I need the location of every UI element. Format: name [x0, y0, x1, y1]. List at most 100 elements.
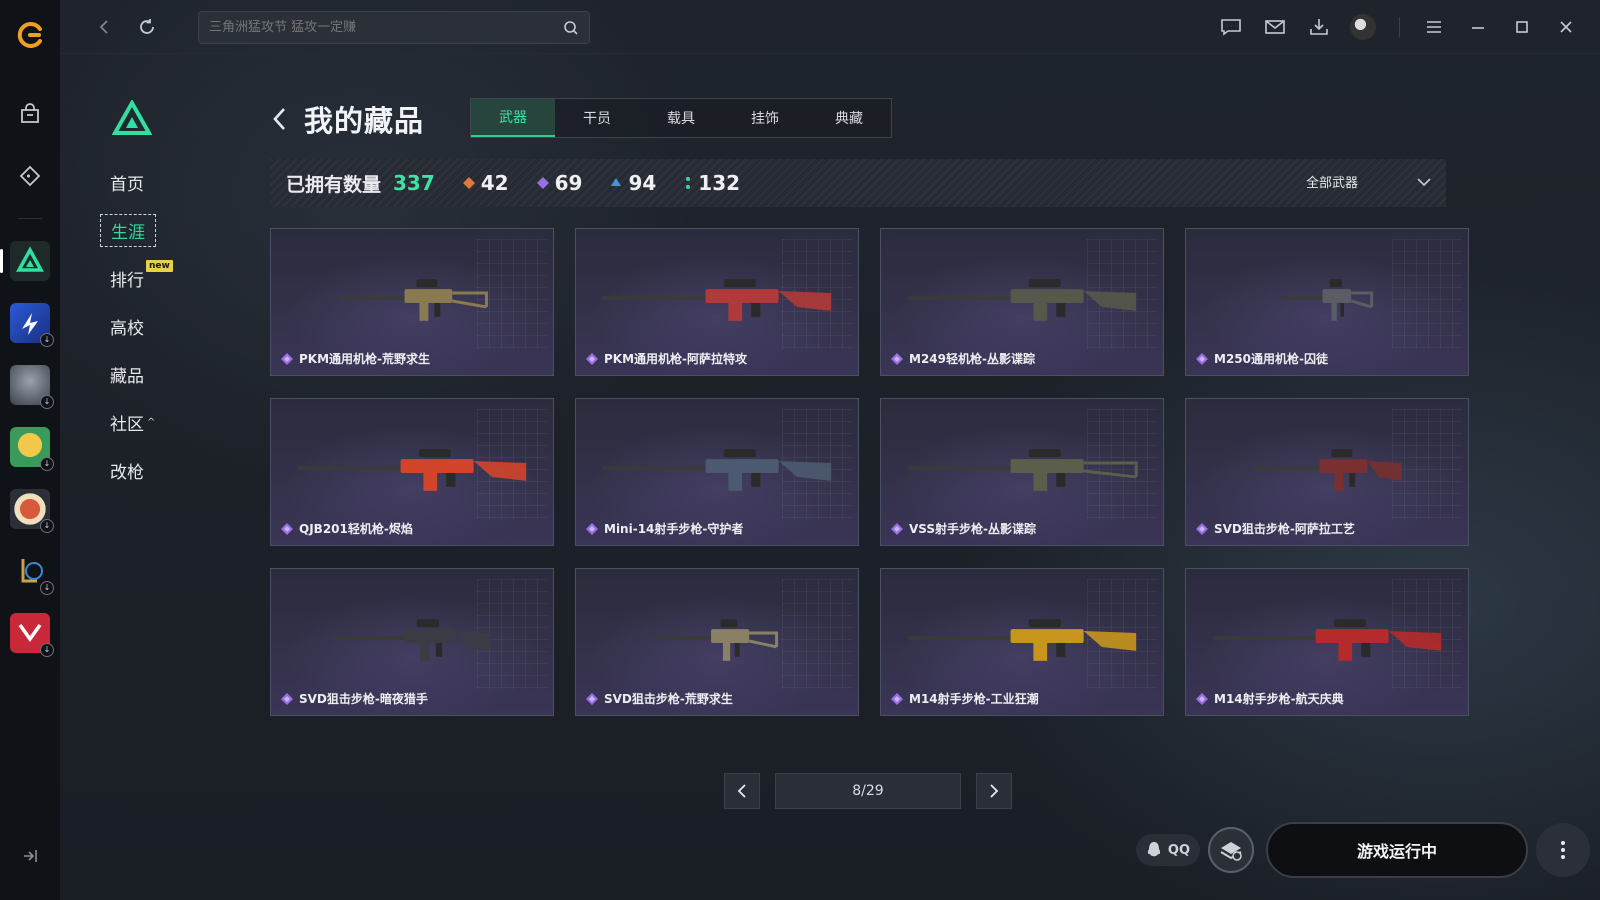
weapon-image [1212, 619, 1442, 661]
app-rail: ↓ ↓ ↓ ↓ ↓ ↓ [0, 0, 60, 900]
item-caption: Mini-14射手步枪-守护者 [586, 520, 743, 537]
tab-charms[interactable]: 挂饰 [723, 99, 807, 137]
search-box [198, 11, 590, 44]
collection-item-card[interactable]: VSS射手步枪-丛影谍踪 [880, 398, 1164, 546]
diamond-icon [611, 178, 622, 186]
collection-item-card[interactable]: SVD狙击步枪-暗夜猎手 [270, 568, 554, 716]
qq-penguin-icon [1147, 842, 1160, 857]
chat-icon[interactable] [1217, 13, 1245, 41]
app-logo-icon[interactable] [15, 20, 45, 50]
diamond-icon [536, 177, 549, 189]
tier-count-value: 69 [554, 171, 583, 195]
game-icon-2[interactable]: ↓ [10, 303, 54, 347]
more-options-icon[interactable] [1536, 823, 1590, 877]
minimize-icon[interactable] [1464, 13, 1492, 41]
item-name: M249轻机枪-丛影谍踪 [909, 352, 1035, 366]
collection-item-card[interactable]: Mini-14射手步枪-守护者 [575, 398, 859, 546]
nav-item-gunsmith[interactable]: 改枪 [110, 446, 190, 494]
nav-item-university[interactable]: 高校 [110, 302, 190, 350]
game-icon-5[interactable]: ↓ [10, 489, 54, 533]
item-caption: M14射手步枪-工业狂潮 [891, 690, 1039, 707]
diamond-icon [1196, 522, 1208, 535]
collection-item-card[interactable]: PKM通用机枪-荒野求生 [270, 228, 554, 376]
maximize-icon[interactable] [1508, 13, 1536, 41]
game-running-button[interactable]: 游戏运行中 [1266, 822, 1528, 878]
weapon-image [337, 279, 488, 321]
weapon-image [907, 449, 1138, 491]
next-page-button[interactable] [976, 773, 1012, 809]
diamond-icon [281, 692, 293, 705]
user-avatar[interactable] [1349, 13, 1377, 41]
owned-label: 已拥有数量 [286, 173, 382, 196]
weapon-filter-dropdown[interactable]: 全部武器 [1306, 172, 1432, 191]
close-icon[interactable] [1552, 13, 1580, 41]
nav-item-ranking[interactable]: 排行 new [110, 254, 190, 302]
game-delta-force[interactable] [0, 241, 50, 281]
owned-total: 337 [393, 171, 435, 195]
back-button[interactable] [270, 102, 296, 136]
store-icon[interactable] [10, 94, 50, 134]
download-icon: ↓ [40, 519, 54, 533]
collection-item-card[interactable]: SVD狙击步枪-阿萨拉工艺 [1185, 398, 1469, 546]
tab-weapons[interactable]: 武器 [471, 99, 555, 137]
refresh-button[interactable] [135, 15, 159, 39]
top-bar [60, 0, 1600, 54]
download-manager-icon[interactable] [1305, 13, 1333, 41]
filter-label: 全部武器 [1305, 176, 1358, 191]
collection-item-card[interactable]: PKM通用机枪-阿萨拉特攻 [575, 228, 859, 376]
item-caption: PKM通用机枪-荒野求生 [281, 350, 430, 367]
item-caption: QJB201轻机枪-烬焰 [281, 520, 413, 537]
chevron-up-icon: ^ [147, 416, 156, 428]
search-input[interactable] [209, 20, 563, 35]
search-icon[interactable] [563, 20, 579, 36]
nav-item-community[interactable]: 社区 ^ [110, 398, 190, 446]
tab-vehicles[interactable]: 载具 [639, 99, 723, 137]
tab-operators[interactable]: 干员 [555, 99, 639, 137]
game-icon-6[interactable]: ↓ [10, 551, 54, 595]
download-icon: ↓ [40, 581, 54, 595]
diamond-icon [462, 177, 475, 189]
nav-item-home[interactable]: 首页 [110, 158, 190, 206]
rewards-icon[interactable] [1208, 827, 1254, 873]
item-caption: PKM通用机枪-阿萨拉特攻 [586, 350, 747, 367]
diamond-icon [891, 352, 903, 365]
item-caption: SVD狙击步枪-荒野求生 [586, 690, 733, 707]
game-icon-4[interactable]: ↓ [10, 427, 54, 471]
menu-icon[interactable] [1420, 13, 1448, 41]
weapon-image [657, 619, 779, 661]
nav-item-career[interactable]: 生涯 [100, 206, 190, 254]
game-icon-7[interactable]: ↓ [10, 613, 54, 657]
weapon-image [907, 279, 1137, 321]
mail-icon[interactable] [1261, 13, 1289, 41]
chevron-right-icon [990, 784, 999, 798]
gamepad-icon[interactable] [10, 156, 50, 196]
collection-item-card[interactable]: M14射手步枪-工业狂潮 [880, 568, 1164, 716]
collection-item-card[interactable]: M250通用机枪-囚徒 [1185, 228, 1469, 376]
diamond-icon [586, 692, 598, 705]
nav-item-label: 高校 [110, 318, 144, 339]
collection-item-card[interactable]: SVD狙击步枪-荒野求生 [575, 568, 859, 716]
collection-item-card[interactable]: M249轻机枪-丛影谍踪 [880, 228, 1164, 376]
nav-item-collection[interactable]: 藏品 [110, 350, 190, 398]
item-name: QJB201轻机枪-烬焰 [299, 522, 413, 536]
item-caption: M250通用机枪-囚徒 [1196, 350, 1328, 367]
tab-prestige[interactable]: 典藏 [807, 99, 891, 137]
diamond-icon [1196, 352, 1208, 365]
tier-count-value: 94 [628, 171, 657, 195]
ownership-stats: 已拥有数量 337 42 69 94 132 全部武器 [270, 159, 1446, 207]
tier-count-green: 132 [684, 171, 740, 195]
item-caption: VSS射手步枪-丛影谍踪 [891, 520, 1036, 537]
prev-page-button[interactable] [724, 773, 760, 809]
qq-login-button[interactable]: QQ [1135, 834, 1200, 866]
collection-item-card[interactable]: M14射手步枪-航天庆典 [1185, 568, 1469, 716]
item-name: M250通用机枪-囚徒 [1214, 352, 1328, 366]
collection-item-card[interactable]: QJB201轻机枪-烬焰 [270, 398, 554, 546]
toolbar-divider [1399, 17, 1400, 37]
nav-item-label: 首页 [110, 174, 144, 195]
diamond-icon [1196, 692, 1208, 705]
back-nav-button[interactable] [92, 15, 116, 39]
tier-count-orange: 42 [462, 171, 509, 195]
diamond-icon [281, 522, 293, 535]
expand-sidebar-icon[interactable] [20, 846, 40, 866]
game-icon-3[interactable]: ↓ [10, 365, 54, 409]
